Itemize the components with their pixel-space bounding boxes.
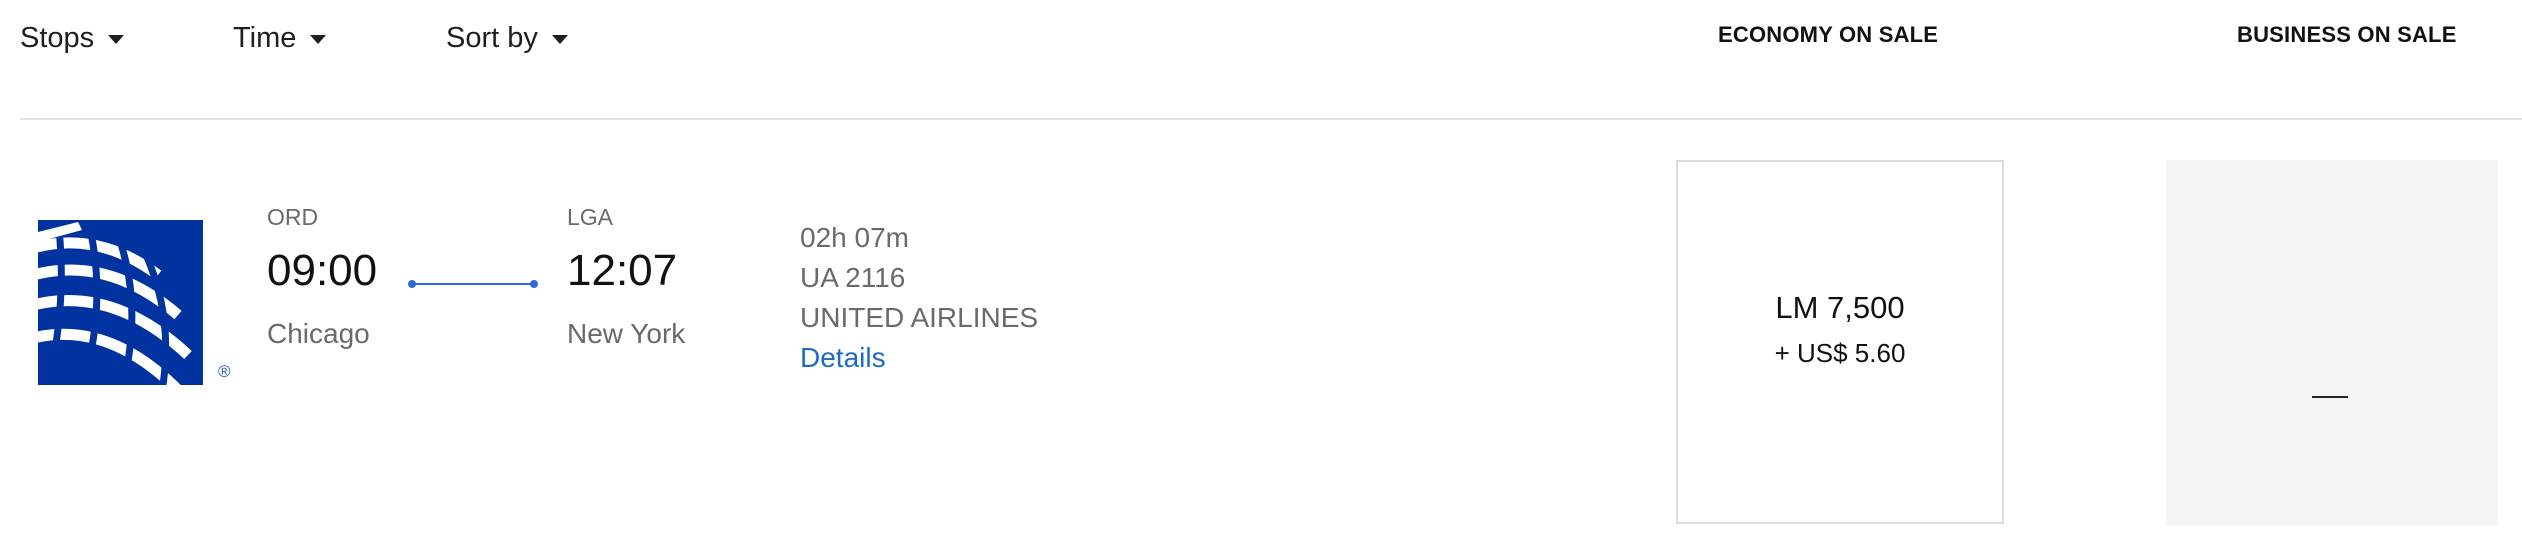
arrival-airport-code: LGA: [567, 204, 614, 230]
arrival-time: 12:07: [567, 246, 678, 295]
stops-filter-dropdown[interactable]: Stops: [20, 18, 125, 58]
time-filter-dropdown[interactable]: Time: [233, 18, 327, 58]
flight-number: UA 2116: [800, 262, 906, 293]
details-link[interactable]: Details: [800, 342, 886, 374]
route-line: [408, 280, 538, 288]
economy-column-header: ECONOMY ON SALE: [1718, 22, 1939, 47]
header-divider: [20, 118, 2522, 120]
time-filter-label: Time: [233, 21, 297, 54]
unavailable-dash: [2312, 396, 2348, 398]
caret-down-icon: [551, 35, 568, 44]
airline-logo-icon: [38, 220, 203, 385]
origin-dot-icon: [408, 280, 416, 288]
economy-points-price: LM 7,500: [1775, 290, 1905, 325]
departure-city: Chicago: [267, 318, 370, 349]
caret-down-icon: [310, 35, 327, 44]
sort-by-label: Sort by: [446, 21, 538, 54]
caret-down-icon: [108, 35, 125, 44]
departure-time: 09:00: [267, 246, 378, 295]
registered-mark: ®: [218, 362, 231, 381]
departure-airport-code: ORD: [267, 204, 319, 230]
business-fare-unavailable: —: [2166, 160, 2498, 526]
flight-duration: 02h 07m: [800, 222, 909, 253]
economy-fare-option[interactable]: LM 7,500 + US$ 5.60: [1676, 160, 2004, 524]
route-line-segment: [412, 283, 534, 285]
stops-filter-label: Stops: [20, 21, 95, 54]
airline-name: UNITED AIRLINES: [800, 302, 1039, 333]
business-column-header: BUSINESS ON SALE: [2237, 22, 2457, 47]
sort-by-dropdown[interactable]: Sort by: [446, 18, 568, 58]
economy-cash-price: + US$ 5.60: [1774, 338, 1906, 368]
arrival-city: New York: [567, 318, 686, 349]
destination-dot-icon: [530, 280, 538, 288]
